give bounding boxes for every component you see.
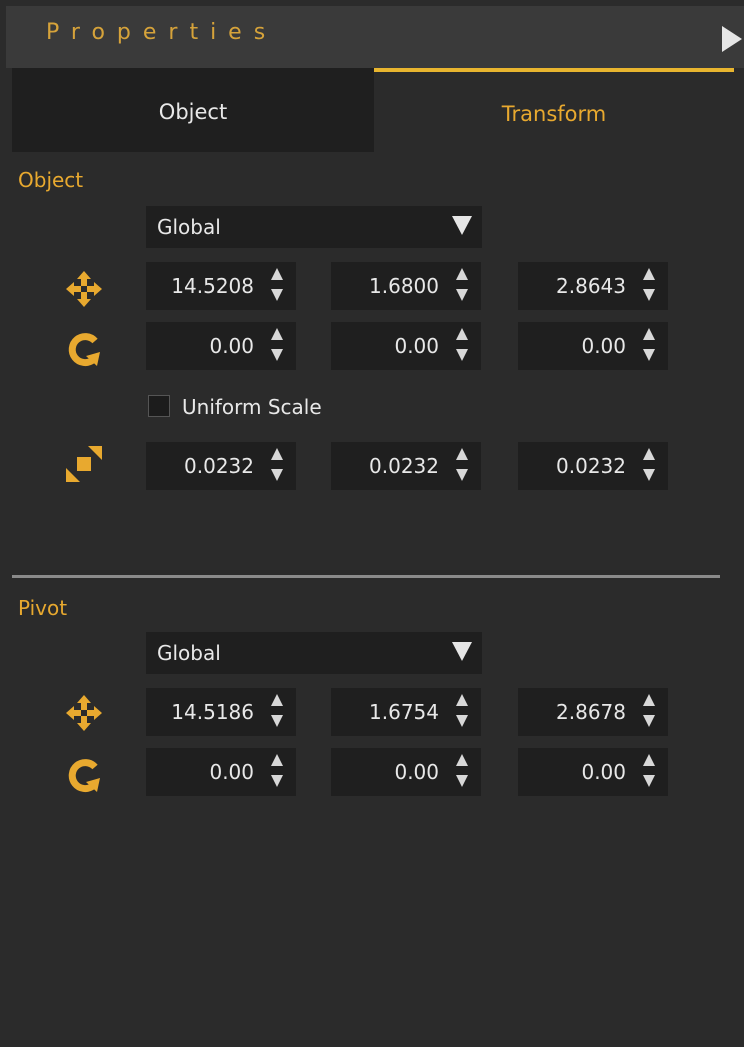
object-space-dropdown[interactable]: Global	[146, 206, 482, 248]
decrement-icon[interactable]	[271, 289, 283, 301]
uniform-scale-checkbox[interactable]	[148, 395, 170, 417]
object-position-y[interactable]: 1.6800	[331, 262, 481, 310]
pivot-position-z[interactable]: 2.8678	[518, 688, 668, 736]
value: 1.6754	[369, 700, 439, 724]
value: 0.0232	[369, 454, 439, 478]
decrement-icon[interactable]	[456, 775, 468, 787]
object-rotation-y[interactable]: 0.00	[331, 322, 481, 370]
panel-title: Properties	[46, 20, 278, 45]
value: 14.5208	[171, 274, 254, 298]
decrement-icon[interactable]	[643, 715, 655, 727]
rotate-icon	[68, 333, 100, 367]
object-position-z[interactable]: 2.8643	[518, 262, 668, 310]
uniform-scale-label: Uniform Scale	[182, 395, 322, 419]
move-icon	[66, 271, 102, 307]
increment-icon[interactable]	[643, 328, 655, 340]
pivot-rotation-x[interactable]: 0.00	[146, 748, 296, 796]
decrement-icon[interactable]	[271, 469, 283, 481]
value: 2.8678	[556, 700, 626, 724]
value: 0.00	[394, 760, 439, 784]
decrement-icon[interactable]	[271, 349, 283, 361]
value: 0.0232	[556, 454, 626, 478]
pivot-rotation-y[interactable]: 0.00	[331, 748, 481, 796]
object-position-x[interactable]: 14.5208	[146, 262, 296, 310]
decrement-icon[interactable]	[643, 349, 655, 361]
increment-icon[interactable]	[456, 754, 468, 766]
properties-panel: Properties Object Transform Object Globa…	[6, 6, 744, 1047]
dropdown-arrow-icon	[452, 642, 472, 661]
panel-titlebar: Properties	[6, 6, 744, 68]
tab-object[interactable]: Object	[12, 68, 374, 152]
increment-icon[interactable]	[271, 328, 283, 340]
object-scale-y[interactable]: 0.0232	[331, 442, 481, 490]
tab-bar: Object Transform	[6, 68, 744, 152]
value: 1.6800	[369, 274, 439, 298]
value: 14.5186	[171, 700, 254, 724]
dropdown-arrow-icon	[452, 216, 472, 235]
value: 0.00	[394, 334, 439, 358]
increment-icon[interactable]	[271, 268, 283, 280]
tab-transform[interactable]: Transform	[374, 68, 734, 152]
decrement-icon[interactable]	[456, 289, 468, 301]
scale-icon	[66, 446, 102, 482]
increment-icon[interactable]	[271, 694, 283, 706]
increment-icon[interactable]	[456, 694, 468, 706]
value: 0.00	[209, 760, 254, 784]
section-divider	[12, 575, 720, 578]
object-space-value: Global	[157, 215, 221, 239]
increment-icon[interactable]	[643, 268, 655, 280]
increment-icon[interactable]	[456, 268, 468, 280]
decrement-icon[interactable]	[456, 715, 468, 727]
value: 0.00	[581, 760, 626, 784]
decrement-icon[interactable]	[456, 469, 468, 481]
pivot-space-dropdown[interactable]: Global	[146, 632, 482, 674]
decrement-icon[interactable]	[456, 349, 468, 361]
value: 2.8643	[556, 274, 626, 298]
pivot-section-label: Pivot	[18, 596, 68, 620]
rotate-icon	[68, 759, 100, 793]
collapse-arrow-icon[interactable]	[722, 26, 742, 52]
move-icon	[66, 695, 102, 731]
value: 0.00	[209, 334, 254, 358]
increment-icon[interactable]	[456, 448, 468, 460]
pivot-rotation-z[interactable]: 0.00	[518, 748, 668, 796]
decrement-icon[interactable]	[643, 775, 655, 787]
decrement-icon[interactable]	[271, 775, 283, 787]
object-section-label: Object	[18, 168, 84, 192]
decrement-icon[interactable]	[643, 289, 655, 301]
pivot-position-x[interactable]: 14.5186	[146, 688, 296, 736]
value: 0.0232	[184, 454, 254, 478]
increment-icon[interactable]	[456, 328, 468, 340]
increment-icon[interactable]	[643, 754, 655, 766]
object-scale-x[interactable]: 0.0232	[146, 442, 296, 490]
pivot-space-value: Global	[157, 641, 221, 665]
object-scale-z[interactable]: 0.0232	[518, 442, 668, 490]
object-rotation-z[interactable]: 0.00	[518, 322, 668, 370]
decrement-icon[interactable]	[271, 715, 283, 727]
increment-icon[interactable]	[643, 694, 655, 706]
decrement-icon[interactable]	[643, 469, 655, 481]
object-rotation-x[interactable]: 0.00	[146, 322, 296, 370]
increment-icon[interactable]	[271, 448, 283, 460]
increment-icon[interactable]	[643, 448, 655, 460]
value: 0.00	[581, 334, 626, 358]
increment-icon[interactable]	[271, 754, 283, 766]
pivot-position-y[interactable]: 1.6754	[331, 688, 481, 736]
